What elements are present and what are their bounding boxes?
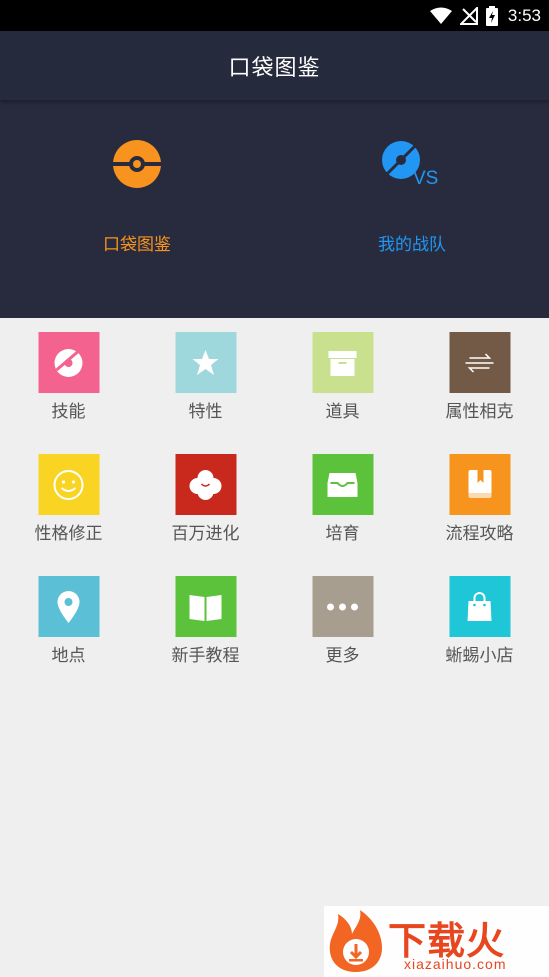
my-team-button[interactable]: VS 我的战队 xyxy=(275,100,549,318)
grid-item-skills[interactable]: 技能 xyxy=(0,318,137,422)
grid-item-abilities[interactable]: 特性 xyxy=(137,318,274,422)
tile-more xyxy=(312,576,373,637)
pokedex-label: 口袋图鉴 xyxy=(103,235,171,255)
box-icon xyxy=(328,350,357,376)
grid-item-evolution[interactable]: 百万进化 xyxy=(137,440,274,544)
tile-breeding xyxy=(312,454,373,515)
tile-items xyxy=(312,332,373,393)
tile-evolution xyxy=(175,454,236,515)
flame-logo-icon xyxy=(329,910,382,972)
grid-label-locations: 地点 xyxy=(51,646,86,666)
pokedex-button[interactable]: 口袋图鉴 xyxy=(0,100,274,318)
grid-label-skills: 技能 xyxy=(51,402,86,422)
app-bar: 口袋图鉴 xyxy=(0,31,549,100)
battery-charging-icon xyxy=(485,6,498,26)
hero-section: 口袋图鉴 VS 我的战队 xyxy=(0,100,549,318)
tray-icon xyxy=(327,472,358,497)
grid-label-more: 更多 xyxy=(325,646,360,666)
more-icon xyxy=(327,603,358,610)
grid-label-evolution: 百万进化 xyxy=(171,524,240,544)
pokeball-icon xyxy=(113,140,161,188)
grid-label-abilities: 特性 xyxy=(188,402,223,422)
grid-item-items[interactable]: 道具 xyxy=(274,318,411,422)
tile-abilities xyxy=(175,332,236,393)
grid-item-locations[interactable]: 地点 xyxy=(0,562,137,666)
wifi-icon xyxy=(429,7,452,24)
tile-shop xyxy=(449,576,510,637)
tile-tutorial xyxy=(175,576,236,637)
grid-item-type-chart[interactable]: 属性相克 xyxy=(411,318,548,422)
status-time: 3:53 xyxy=(507,6,541,25)
grid-item-walkthrough[interactable]: 流程攻略 xyxy=(411,440,548,544)
grid-item-tutorial[interactable]: 新手教程 xyxy=(137,562,274,666)
watermark-logo: 下载火 xiazaihuo.com xyxy=(324,906,549,977)
grid-label-breeding: 培育 xyxy=(325,524,360,544)
my-team-label: 我的战队 xyxy=(378,235,446,255)
tile-locations xyxy=(38,576,99,637)
tile-type-chart xyxy=(449,332,510,393)
page-title: 口袋图鉴 xyxy=(228,55,321,81)
grid-item-breeding[interactable]: 培育 xyxy=(274,440,411,544)
tile-nature xyxy=(38,454,99,515)
grid-item-nature[interactable]: 性格修正 xyxy=(0,440,137,544)
shopping-bag-icon xyxy=(467,591,492,621)
grid-label-shop: 蜥蜴小店 xyxy=(445,646,514,666)
flower-icon xyxy=(189,469,222,500)
signal-off-icon xyxy=(459,7,478,25)
grid-item-more[interactable]: 更多 xyxy=(274,562,411,666)
map-pin-icon xyxy=(57,590,80,623)
grid-label-nature: 性格修正 xyxy=(34,524,103,544)
grid-item-shop[interactable]: 蜥蜴小店 xyxy=(411,562,548,666)
open-book-icon xyxy=(189,594,222,621)
grid-label-tutorial: 新手教程 xyxy=(171,646,240,666)
swap-icon xyxy=(465,352,494,373)
disc-icon xyxy=(54,348,83,377)
team-vs-icon: VS xyxy=(382,141,438,189)
book-icon xyxy=(468,469,492,498)
status-bar: 3:53 xyxy=(0,0,549,31)
grid-label-items: 道具 xyxy=(325,402,360,422)
vs-text: VS xyxy=(413,168,438,189)
smiley-icon xyxy=(53,469,84,500)
tile-skills xyxy=(38,332,99,393)
watermark-url: xiazaihuo.com xyxy=(404,956,507,972)
grid-label-walkthrough: 流程攻略 xyxy=(445,524,514,544)
star-icon xyxy=(192,349,219,375)
tile-walkthrough xyxy=(449,454,510,515)
grid-label-type-chart: 属性相克 xyxy=(445,402,514,422)
